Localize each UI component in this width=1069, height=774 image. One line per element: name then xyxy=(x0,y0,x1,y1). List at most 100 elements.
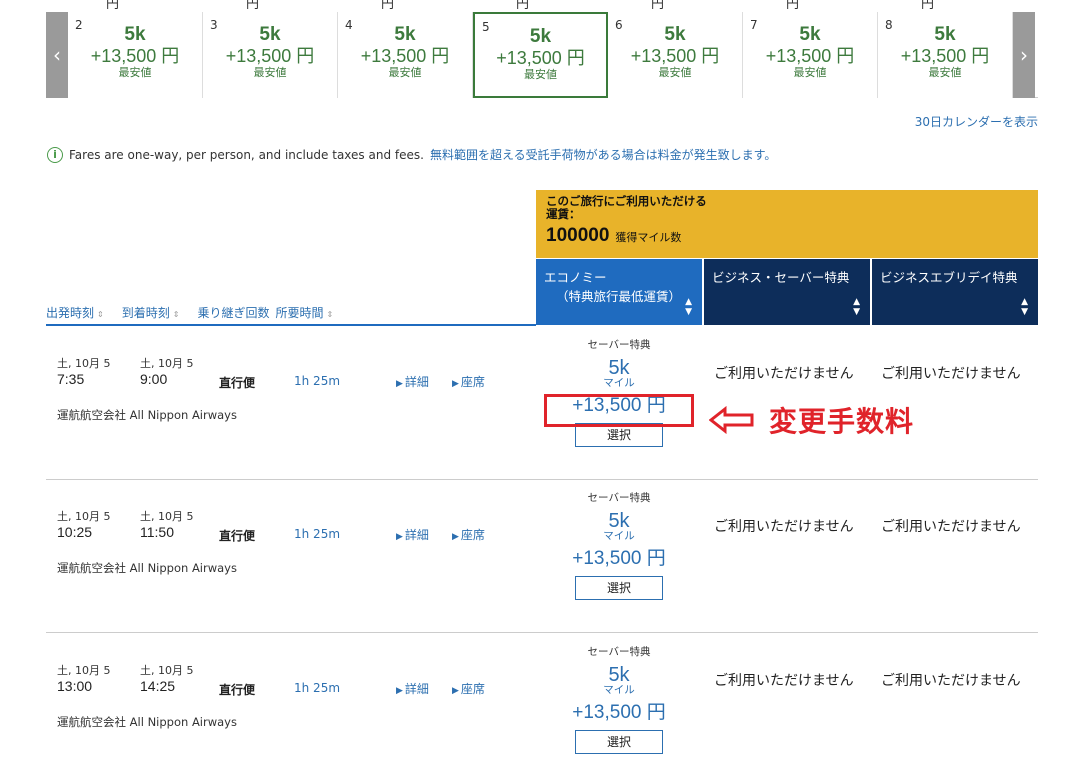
arrival-date: 土, 10月 5 xyxy=(140,357,194,370)
fare-miles-unit: マイル xyxy=(603,530,635,542)
day-fee: +13,500 円 xyxy=(900,46,990,66)
seats-link[interactable]: ▶ 座席 xyxy=(452,680,485,697)
day-number: 5 xyxy=(482,20,490,34)
annotation: 変更手数料 xyxy=(709,400,914,440)
day-lowest-label: 最安値 xyxy=(118,66,152,79)
day-fee: +13,500 円 xyxy=(225,46,315,66)
operated-by: 運航航空会社 All Nippon Airways xyxy=(57,561,237,575)
carousel-day[interactable]: 7 5k +13,500 円 最安値 xyxy=(743,12,878,98)
day-fee: +13,500 円 xyxy=(630,46,720,66)
caret-right-icon: ▶ xyxy=(396,379,403,389)
day-miles: 5k xyxy=(529,26,552,47)
day-fee: +13,500 円 xyxy=(360,46,450,66)
sort-departure[interactable]: 出発時刻 ⇕ xyxy=(46,304,104,321)
clipped-text: 円 xyxy=(381,0,395,12)
details-link[interactable]: ▶ 詳細 xyxy=(396,373,429,390)
arrow-left-icon xyxy=(709,406,754,434)
carousel-prev-button[interactable]: ‹ xyxy=(46,12,68,98)
carousel-day[interactable]: 8 5k +13,500 円 最安値 xyxy=(878,12,1013,98)
duration-label: 1h 25m xyxy=(294,527,341,541)
fare-info-text: Fares are one-way, per person, and inclu… xyxy=(69,147,424,162)
day-lowest-label: 最安値 xyxy=(253,66,287,79)
fare-miles: 5k xyxy=(608,357,630,379)
award-title-line2: 運賃： xyxy=(546,207,581,221)
sort-icon: ▲ ▼ xyxy=(1021,297,1028,317)
arrival-time: 9:00 xyxy=(140,371,168,387)
carousel-day[interactable]: 2 5k +13,500 円 最安値 xyxy=(68,12,203,98)
clipped-text: 円 xyxy=(246,0,260,12)
sort-duration[interactable]: 所要時間 ⇕ xyxy=(275,304,333,321)
day-number: 3 xyxy=(210,18,218,32)
carousel-day-selected[interactable]: 5 5k +13,500 円 最安値 xyxy=(473,12,608,98)
day-miles: 5k xyxy=(259,24,281,45)
sort-arrival[interactable]: 到着時刻 ⇕ xyxy=(122,304,180,321)
economy-sublabel: （特典旅行最低運賃） xyxy=(556,289,682,304)
arrival-time: 14:25 xyxy=(140,678,176,694)
day-fee: +13,500 円 xyxy=(765,46,855,66)
clipped-text: 円 xyxy=(651,0,665,12)
clipped-text: 円 xyxy=(106,0,120,12)
sort-icon: ⇕ xyxy=(172,309,180,319)
baggage-fee-link[interactable]: 無料範囲を超える受託手荷物がある場合は料金が発生致します。 xyxy=(430,146,776,163)
sort-bar: 出発時刻 ⇕ 到着時刻 ⇕ 乗り継ぎ回数 所要時間 ⇕ xyxy=(46,300,536,326)
award-fare-box: このご旅行にご利用いただける 運賃： 100000 獲得マイル数 xyxy=(536,190,1038,258)
departure-date: 土, 10月 5 xyxy=(57,357,111,370)
carousel-next-button[interactable]: › xyxy=(1013,12,1035,98)
details-link[interactable]: ▶ 詳細 xyxy=(396,526,429,543)
flight-row: 土, 10月 5 10:25 土, 10月 5 11:50 直行便 1h 25m ▶… xyxy=(46,480,1038,633)
seats-label: 座席 xyxy=(460,375,485,389)
departure-date: 土, 10月 5 xyxy=(57,664,111,677)
business-saver-label: ビジネス・セーバー特典 xyxy=(712,270,850,285)
arrival-date: 土, 10月 5 xyxy=(140,664,194,677)
sort-departure-label: 出発時刻 xyxy=(46,305,95,320)
details-label: 詳細 xyxy=(404,375,429,389)
caret-right-icon: ▶ xyxy=(396,686,403,696)
clipped-header-strip: 円 円 円 円 円 円 円 xyxy=(46,0,1038,12)
fare-info-line: i Fares are one-way, per person, and inc… xyxy=(47,146,776,163)
carousel-day[interactable]: 4 5k +13,500 円 最安値 xyxy=(338,12,473,98)
info-icon: i xyxy=(47,146,63,163)
sort-arrival-label: 到着時刻 xyxy=(121,305,170,320)
sort-icon: ⇕ xyxy=(326,309,334,319)
business-everyday-label: ビジネスエブリデイ特典 xyxy=(880,270,1018,285)
caret-right-icon: ▶ xyxy=(452,686,459,696)
day-miles: 5k xyxy=(664,24,686,45)
column-header-business-saver[interactable]: ビジネス・セーバー特典 ▲ ▼ xyxy=(704,259,870,325)
select-button[interactable]: 選択 xyxy=(575,576,663,600)
select-button[interactable]: 選択 xyxy=(575,730,663,754)
carousel-day[interactable]: 3 5k +13,500 円 最安値 xyxy=(203,12,338,98)
award-points-label: 獲得マイル数 xyxy=(615,231,682,244)
sort-icon: ▲ ▼ xyxy=(853,297,860,317)
fare-miles: 5k xyxy=(608,664,630,686)
caret-right-icon: ▶ xyxy=(396,532,403,542)
date-carousel: ‹ 2 5k +13,500 円 最安値 3 5k +13,500 円 最安値 … xyxy=(46,12,1038,98)
fee-highlight-box xyxy=(544,394,694,427)
annotation-text: 変更手数料 xyxy=(769,405,915,438)
business-everyday-unavailable: ご利用いただけません xyxy=(881,366,1021,382)
economy-fare-cell: セーバー特典 5k マイル +13,500 円 選択 xyxy=(536,490,702,600)
day-number: 8 xyxy=(885,18,893,32)
saver-label: セーバー特典 xyxy=(587,339,651,351)
stops-label: 直行便 xyxy=(219,683,256,697)
operated-by: 運航航空会社 All Nippon Airways xyxy=(57,408,237,422)
seats-link[interactable]: ▶ 座席 xyxy=(452,373,485,390)
stops-label: 直行便 xyxy=(219,529,256,543)
clipped-text: 円 xyxy=(516,0,530,12)
calendar-30day-link[interactable]: 30日カレンダーを表示 xyxy=(915,113,1038,130)
details-link[interactable]: ▶ 詳細 xyxy=(396,680,429,697)
day-lowest-label: 最安値 xyxy=(928,66,962,79)
seats-link[interactable]: ▶ 座席 xyxy=(452,526,485,543)
chevron-right-icon: › xyxy=(1020,43,1028,67)
flight-row: 土, 10月 5 13:00 土, 10月 5 14:25 直行便 1h 25m ▶… xyxy=(46,634,1038,774)
sort-stops[interactable]: 乗り継ぎ回数 xyxy=(197,304,269,321)
day-fee: +13,500 円 xyxy=(496,48,585,68)
column-header-business-everyday[interactable]: ビジネスエブリデイ特典 ▲ ▼ xyxy=(872,259,1038,325)
column-header-economy[interactable]: エコノミー （特典旅行最低運賃） ▲ ▼ xyxy=(536,259,702,325)
fare-miles-unit: マイル xyxy=(603,684,635,696)
day-lowest-label: 最安値 xyxy=(388,66,422,79)
fare-fee: +13,500 円 xyxy=(572,702,666,723)
sort-icon: ▲ ▼ xyxy=(685,297,692,317)
stops-label: 直行便 xyxy=(219,376,256,390)
business-everyday-unavailable: ご利用いただけません xyxy=(881,519,1021,535)
carousel-day[interactable]: 6 5k +13,500 円 最安値 xyxy=(608,12,743,98)
